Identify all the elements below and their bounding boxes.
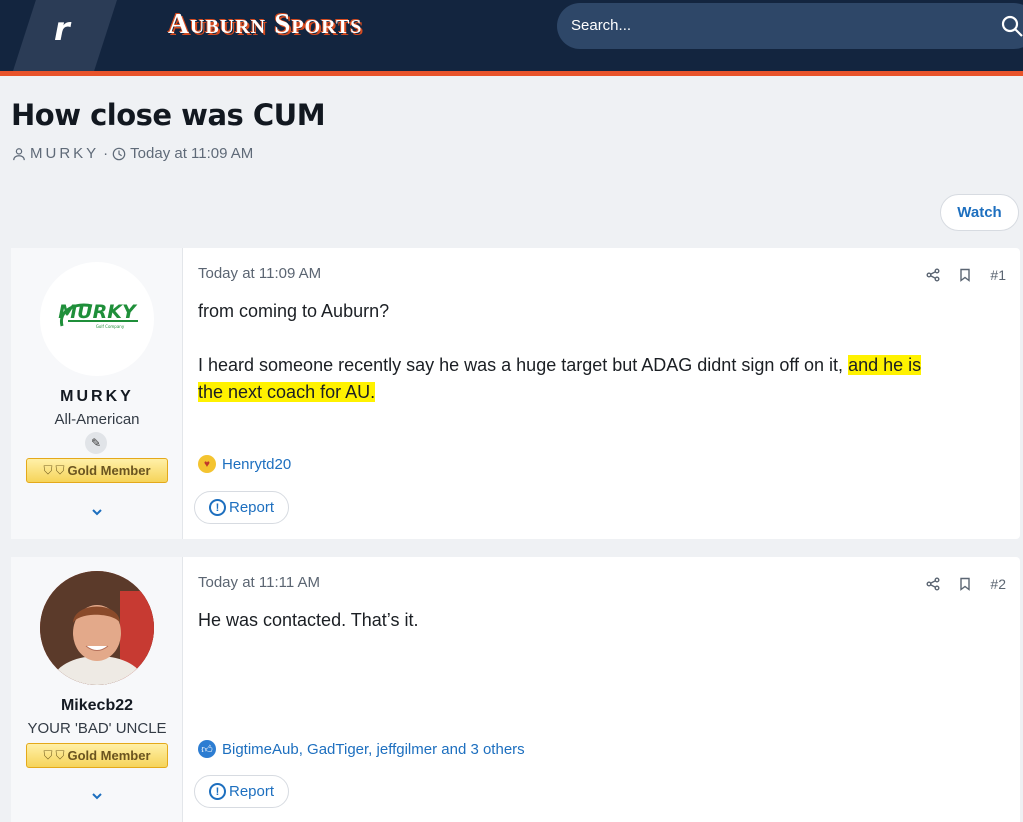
search-icon[interactable] bbox=[1000, 14, 1023, 38]
user-title: YOUR 'BAD' UNCLE bbox=[27, 720, 167, 737]
shield-icon: ⛉ bbox=[43, 748, 53, 762]
brand-title[interactable]: Auburn Sports bbox=[168, 8, 362, 41]
murky-logo-image: MURKY Golf Company bbox=[58, 301, 138, 329]
page-title: How close was CUM bbox=[11, 98, 326, 132]
body-paragraph: from coming to Auburn? bbox=[198, 301, 390, 321]
clock-icon bbox=[112, 147, 126, 160]
body-text: I heard someone recently say he was a hu… bbox=[198, 355, 849, 375]
meta-separator: · bbox=[103, 145, 109, 162]
avatar[interactable]: MURKY Golf Company bbox=[40, 262, 154, 376]
badge-label: Gold Member bbox=[67, 748, 151, 763]
user-title: All-American bbox=[54, 411, 140, 428]
share-icon[interactable] bbox=[926, 268, 940, 282]
shield-icon: ⛉ bbox=[43, 463, 53, 477]
thread-time[interactable]: Today at 11:09 AM bbox=[130, 145, 253, 162]
reactions-bar[interactable]: 👍︎ BigtimeAub, GadTiger, jeffgilmer and … bbox=[198, 740, 525, 758]
alert-icon: ! bbox=[208, 499, 226, 516]
heart-eyes-emoji-icon: ♥ bbox=[198, 455, 216, 473]
bookmark-icon[interactable] bbox=[958, 268, 972, 282]
post-actions: #2 bbox=[926, 576, 1006, 592]
share-icon[interactable] bbox=[926, 577, 940, 591]
avatar[interactable] bbox=[40, 571, 154, 685]
header-accent-bar bbox=[0, 71, 1023, 76]
body-paragraph: I heard someone recently say he was a hu… bbox=[198, 352, 998, 406]
report-label: Report bbox=[228, 783, 275, 800]
bookmark-icon[interactable] bbox=[958, 577, 972, 591]
search-placeholder: Search... bbox=[571, 17, 632, 34]
site-logo[interactable]: r bbox=[13, 0, 117, 71]
report-label: Report bbox=[228, 499, 275, 516]
gold-member-badge: ⛉ ⛉ Gold Member bbox=[26, 458, 168, 483]
post-date[interactable]: Today at 11:09 AM bbox=[198, 265, 321, 282]
report-button[interactable]: ! Report bbox=[194, 775, 289, 808]
post-number[interactable]: #2 bbox=[990, 576, 1006, 592]
body-paragraph: He was contacted. That’s it. bbox=[198, 610, 419, 630]
gold-member-badge: ⛉ ⛉ Gold Member bbox=[26, 743, 168, 768]
chevron-down-icon[interactable] bbox=[90, 505, 104, 519]
report-button[interactable]: ! Report bbox=[194, 491, 289, 524]
user-sidebar: MURKY Golf Company MURKY All-American ✎ … bbox=[11, 248, 183, 539]
shield-icon: ⛉ bbox=[55, 463, 65, 477]
user-photo bbox=[40, 571, 154, 685]
highlighted-text: the next coach for AU. bbox=[198, 382, 376, 402]
search-input[interactable]: Search... bbox=[557, 3, 1023, 49]
user-sidebar: Mikecb22 YOUR 'BAD' UNCLE ⛉ ⛉ Gold Member bbox=[11, 557, 183, 822]
chevron-down-icon[interactable] bbox=[90, 789, 104, 803]
post-number[interactable]: #1 bbox=[990, 267, 1006, 283]
thumbs-up-icon: 👍︎ bbox=[198, 740, 216, 758]
reaction-users[interactable]: Henrytd20 bbox=[222, 456, 291, 473]
alert-icon: ! bbox=[208, 783, 226, 800]
logo-letter: r bbox=[54, 10, 70, 48]
top-navbar: r Auburn Sports Search... bbox=[0, 0, 1023, 71]
reaction-users[interactable]: BigtimeAub, GadTiger, jeffgilmer and 3 o… bbox=[222, 741, 525, 758]
reactions-bar[interactable]: ♥ Henrytd20 bbox=[198, 455, 291, 473]
badge-label: Gold Member bbox=[67, 463, 151, 478]
username[interactable]: Mikecb22 bbox=[11, 697, 183, 715]
watch-button[interactable]: Watch bbox=[940, 194, 1019, 231]
highlighted-text: and he is bbox=[848, 355, 922, 375]
post: MURKY Golf Company MURKY All-American ✎ … bbox=[11, 248, 1020, 539]
post-actions: #1 bbox=[926, 267, 1006, 283]
post: Mikecb22 YOUR 'BAD' UNCLE ⛉ ⛉ Gold Member… bbox=[11, 557, 1020, 822]
post-date[interactable]: Today at 11:11 AM bbox=[198, 574, 320, 591]
avatar-logo-text: MURKY bbox=[58, 301, 138, 323]
post-body: He was contacted. That’s it. bbox=[198, 607, 998, 634]
thread-meta: MURKY · Today at 11:09 AM bbox=[12, 145, 253, 162]
thread-author[interactable]: MURKY bbox=[30, 145, 99, 162]
username[interactable]: MURKY bbox=[11, 388, 183, 406]
post-body: from coming to Auburn? I heard someone r… bbox=[198, 298, 998, 406]
user-icon bbox=[13, 147, 25, 160]
avatar-logo-subtext: Golf Company bbox=[96, 324, 125, 329]
shield-icon: ⛉ bbox=[55, 748, 65, 762]
edit-user-icon[interactable]: ✎ bbox=[85, 432, 107, 454]
